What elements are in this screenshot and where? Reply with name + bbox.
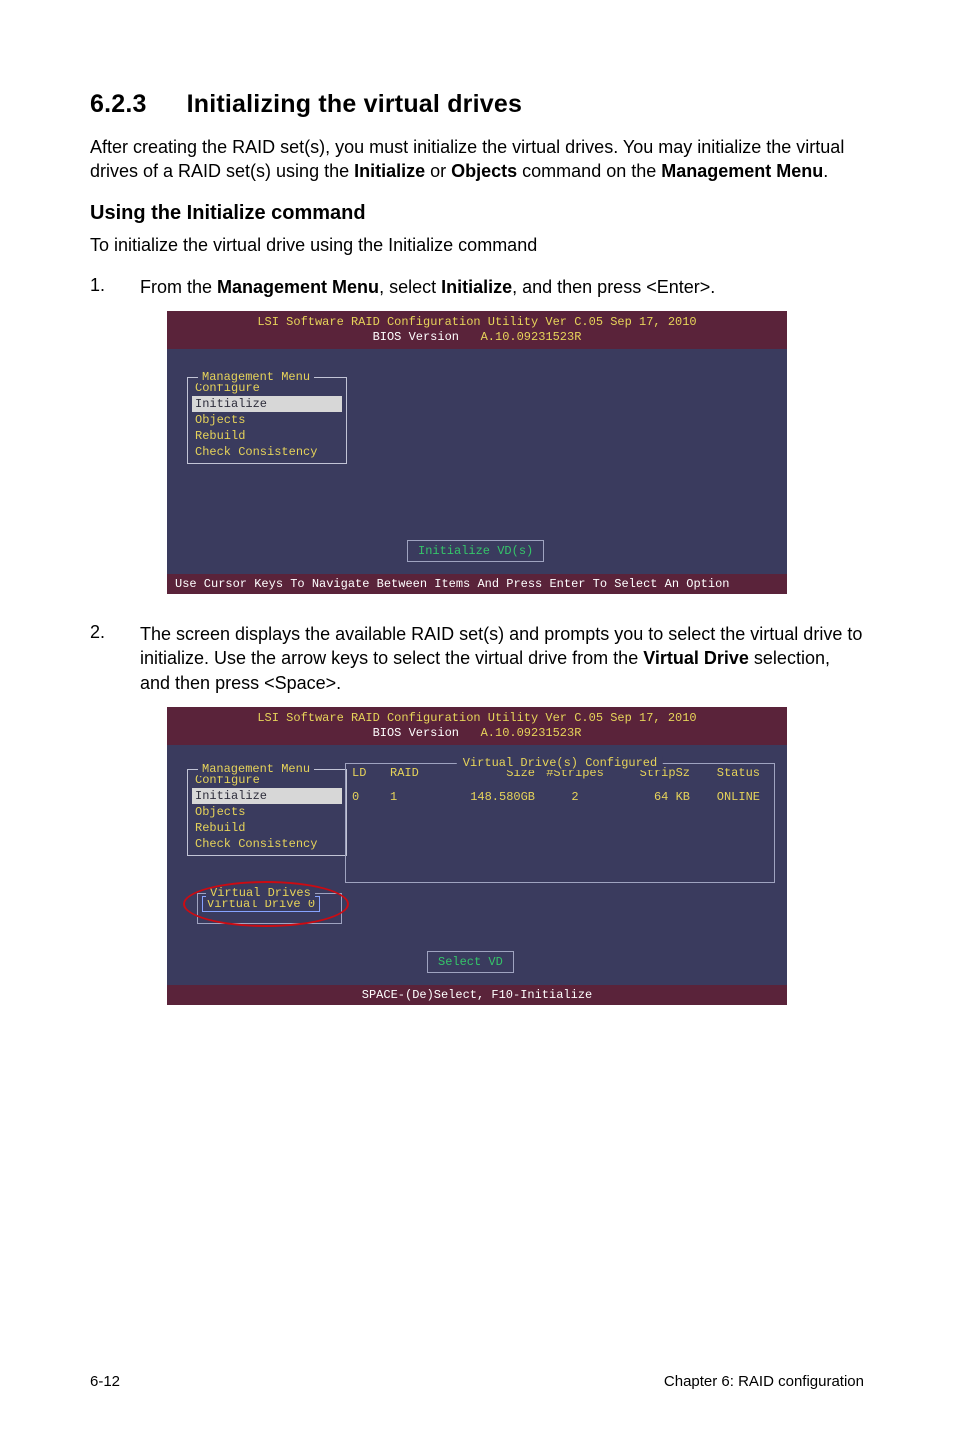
- menu-item-rebuild[interactable]: Rebuild: [192, 428, 342, 444]
- step-1-number: 1.: [90, 275, 112, 299]
- vd-table-row-0[interactable]: 0 1 148.580GB 2 64 KB ONLINE: [346, 788, 774, 806]
- cell-size: 148.580GB: [440, 790, 535, 804]
- bios-screenshot-2: LSI Software RAID Configuration Utility …: [167, 707, 787, 1005]
- intro-paragraph: After creating the RAID set(s), you must…: [90, 135, 864, 184]
- step-2: 2. The screen displays the available RAI…: [90, 622, 864, 695]
- virtual-drives-select-title: Virtual Drives: [206, 886, 315, 900]
- virtual-drives-select-box: Virtual Drives Virtual Drive 0: [197, 893, 342, 924]
- menu-item-objects[interactable]: Objects: [192, 412, 342, 428]
- virtual-drives-configured-title: Virtual Drive(s) Configured: [457, 756, 663, 770]
- page-footer: 6-12 Chapter 6: RAID configuration: [90, 1373, 864, 1390]
- subhead-using-initialize: Using the Initialize command: [90, 202, 864, 225]
- select-vd-box: Select VD: [427, 951, 514, 973]
- bios2-header: LSI Software RAID Configuration Utility …: [167, 707, 787, 745]
- step-2-text: The screen displays the available RAID s…: [140, 622, 864, 695]
- bios2-footer: SPACE-(De)Select, F10-Initialize: [167, 985, 787, 1005]
- col-header-status: Status: [690, 766, 760, 780]
- step-1-text: From the Management Menu, select Initial…: [140, 275, 715, 299]
- col-header-ld: LD: [352, 766, 390, 780]
- step-2-number: 2.: [90, 622, 112, 695]
- cell-status: ONLINE: [690, 790, 760, 804]
- cell-stripsz: 64 KB: [615, 790, 690, 804]
- cell-stripes: 2: [535, 790, 615, 804]
- management-menu-box-2: Management Menu Configure Initialize Obj…: [187, 769, 347, 856]
- step-1: 1. From the Management Menu, select Init…: [90, 275, 864, 299]
- virtual-drives-configured-table: Virtual Drive(s) Configured LD RAID Size…: [345, 763, 775, 883]
- menu-item-check-consistency-2[interactable]: Check Consistency: [192, 836, 342, 852]
- chapter-label: Chapter 6: RAID configuration: [664, 1373, 864, 1390]
- section-heading: 6.2.3 Initializing the virtual drives: [90, 90, 864, 119]
- bios-screenshot-1: LSI Software RAID Configuration Utility …: [167, 311, 787, 594]
- col-header-raid: RAID: [390, 766, 440, 780]
- menu-item-initialize[interactable]: Initialize: [192, 396, 342, 412]
- bios1-header: LSI Software RAID Configuration Utility …: [167, 311, 787, 349]
- menu-item-initialize-2[interactable]: Initialize: [192, 788, 342, 804]
- management-menu-title-1: Management Menu: [198, 370, 314, 384]
- page-number: 6-12: [90, 1373, 120, 1390]
- section-title-text: Initializing the virtual drives: [187, 90, 522, 118]
- menu-item-objects-2[interactable]: Objects: [192, 804, 342, 820]
- cell-ld: 0: [352, 790, 390, 804]
- subintro-paragraph: To initialize the virtual drive using th…: [90, 233, 864, 257]
- bios1-footer: Use Cursor Keys To Navigate Between Item…: [167, 574, 787, 594]
- section-number: 6.2.3: [90, 90, 147, 119]
- initialize-vds-box: Initialize VD(s): [407, 540, 544, 562]
- management-menu-box-1: Management Menu Configure Initialize Obj…: [187, 377, 347, 464]
- cell-raid: 1: [390, 790, 440, 804]
- menu-item-check-consistency[interactable]: Check Consistency: [192, 444, 342, 460]
- management-menu-title-2: Management Menu: [198, 762, 314, 776]
- menu-item-rebuild-2[interactable]: Rebuild: [192, 820, 342, 836]
